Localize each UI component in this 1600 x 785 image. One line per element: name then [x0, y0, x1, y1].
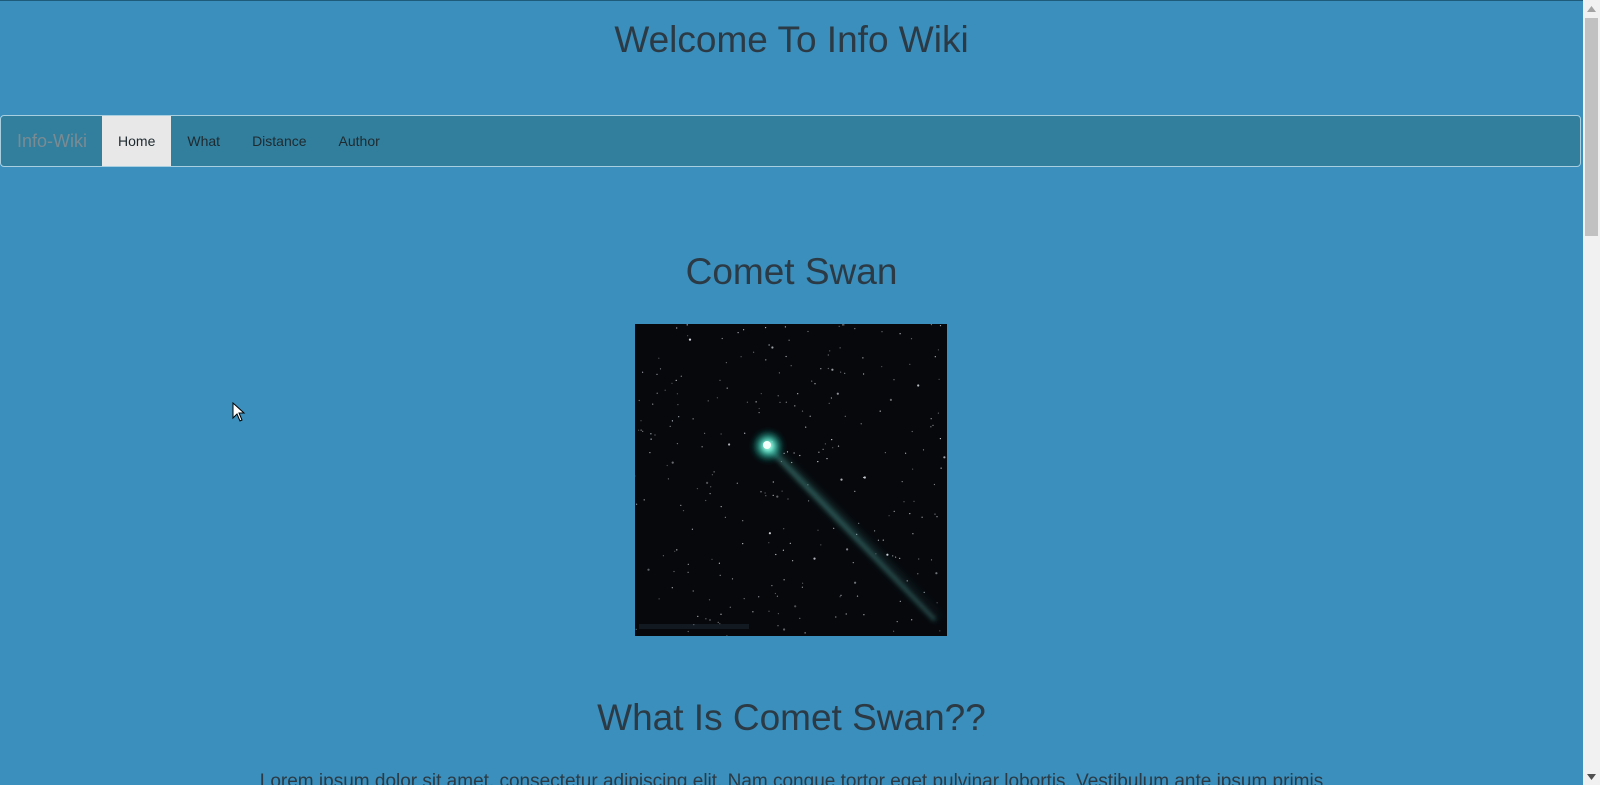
scroll-down-arrow-icon[interactable] [1583, 768, 1600, 785]
comet-title: Comet Swan [685, 251, 898, 292]
nav-item-what[interactable]: What [171, 116, 236, 166]
scroll-up-arrow-icon[interactable] [1583, 0, 1600, 17]
nav-item-author[interactable]: Author [323, 116, 396, 166]
page-header-title: Welcome To Info Wiki [614, 19, 969, 60]
mouse-pointer-icon [232, 402, 246, 422]
page: Welcome To Info Wiki Info-Wiki Home What… [0, 0, 1600, 785]
what-is-section-title: What Is Comet Swan?? [597, 697, 986, 738]
navbar-brand[interactable]: Info-Wiki [1, 116, 102, 166]
vertical-scrollbar[interactable] [1583, 0, 1600, 785]
comet-photo-graphic [635, 324, 947, 636]
top-border [0, 0, 1583, 1]
comet-image [635, 324, 947, 636]
nav-item-home[interactable]: Home [102, 116, 172, 166]
scrollbar-thumb[interactable] [1585, 18, 1598, 236]
nav-item-distance[interactable]: Distance [236, 116, 322, 166]
description-paragraph: Lorem ipsum dolor sit amet, consectetur … [259, 771, 1324, 785]
navbar: Info-Wiki Home What Distance Author [0, 115, 1581, 167]
